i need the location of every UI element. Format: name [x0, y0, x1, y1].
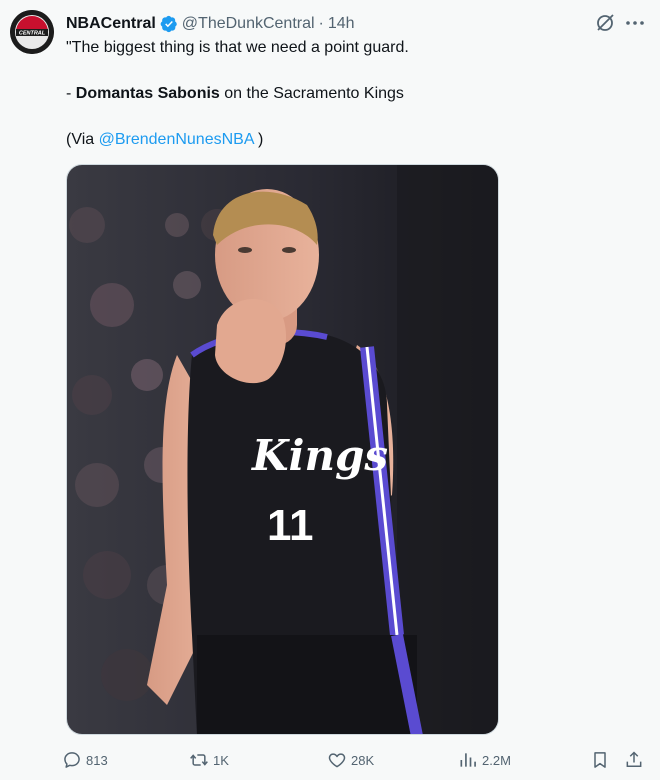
timestamp[interactable]: 14h: [328, 15, 355, 33]
tweet-card[interactable]: CENTRAL NBACentral @TheDunkCentral · 14h…: [0, 0, 660, 780]
share-button[interactable]: [624, 742, 648, 778]
bookmark-button[interactable]: [590, 742, 614, 778]
repost-button[interactable]: 1K: [189, 742, 229, 778]
action-bar: 813 1K 28K 2.2M: [62, 742, 652, 778]
quoted-person: Domantas Sabonis: [75, 85, 220, 102]
tweet-text-line-2: - Domantas Sabonis on the Sacramento Kin…: [66, 84, 404, 104]
share-icon: [626, 751, 642, 767]
avatar-logo-text: CENTRAL: [19, 31, 46, 37]
like-button[interactable]: 28K: [327, 742, 374, 778]
reply-count: 813: [86, 752, 108, 768]
author-name[interactable]: NBACentral: [66, 15, 156, 33]
jersey-number: 11: [267, 501, 314, 550]
player-photo: Kings 11: [67, 165, 498, 734]
tweet-photo[interactable]: Kings 11: [66, 164, 499, 735]
views-button[interactable]: 2.2M: [458, 742, 511, 778]
line3-prefix: (Via: [66, 131, 99, 148]
verified-badge-icon: [160, 15, 178, 33]
grok-icon[interactable]: [594, 12, 616, 34]
line2-suffix: on the Sacramento Kings: [219, 85, 404, 102]
jersey-wordmark: Kings: [251, 431, 388, 480]
repost-icon: [190, 754, 208, 766]
line2-prefix: -: [66, 85, 76, 102]
author-handle[interactable]: @TheDunkCentral: [182, 15, 315, 33]
like-count: 28K: [351, 752, 375, 768]
separator-dot: ·: [318, 15, 324, 32]
tweet-header: NBACentral @TheDunkCentral · 14h: [66, 13, 355, 35]
line3-suffix: ): [253, 131, 264, 148]
reply-button[interactable]: 813: [62, 742, 108, 778]
views-chart-icon: [460, 753, 476, 767]
heart-icon: [328, 753, 346, 768]
avatar[interactable]: CENTRAL: [10, 10, 54, 54]
reply-icon: [64, 752, 80, 768]
views-count: 2.2M: [482, 752, 511, 768]
repost-count: 1K: [213, 752, 229, 768]
more-icon[interactable]: [624, 12, 646, 34]
avatar-logo: CENTRAL: [10, 10, 54, 54]
bookmark-icon: [594, 752, 606, 768]
tweet-text-line-1: "The biggest thing is that we need a poi…: [66, 39, 409, 56]
mention-link[interactable]: @BrendenNunesNBA: [99, 131, 254, 148]
tweet-text-line-3: (Via @BrendenNunesNBA ): [66, 130, 263, 150]
